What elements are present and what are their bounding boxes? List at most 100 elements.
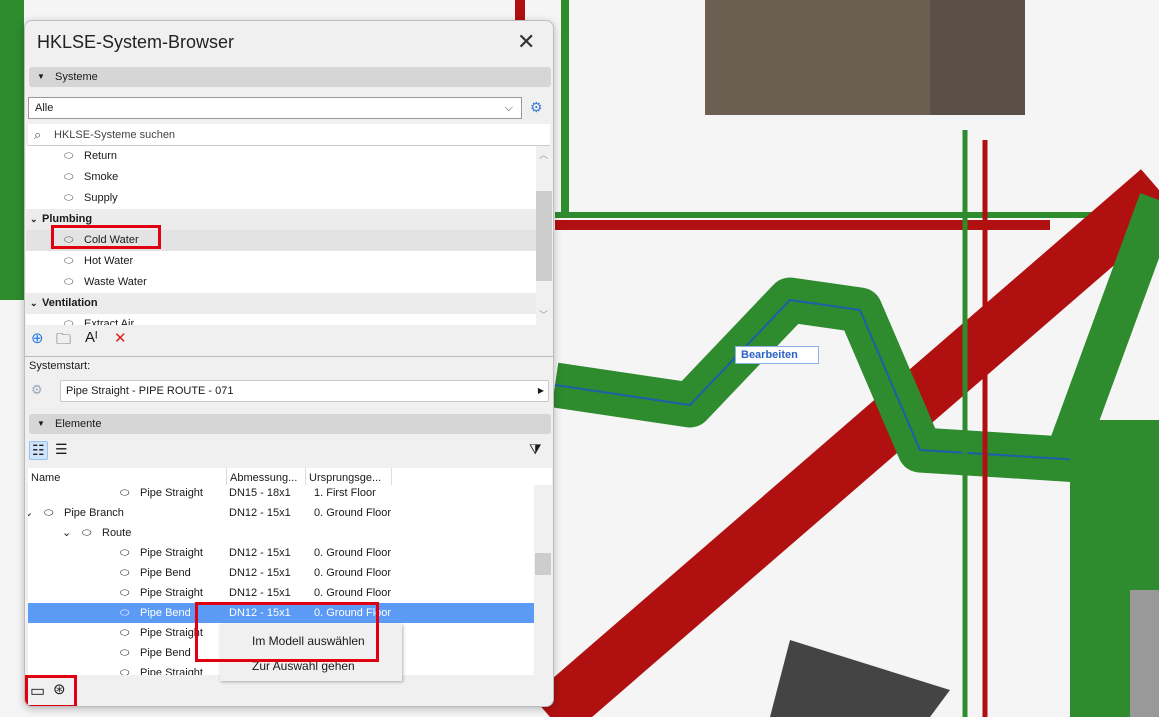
search-icon: ⌕	[34, 127, 42, 142]
pipe-element-icon: ⬭	[82, 527, 92, 539]
element-floor: 0. Ground Floor	[314, 587, 392, 599]
element-floor: 0. Ground Floor	[314, 547, 392, 559]
systemstart-label: Systemstart:	[29, 360, 91, 372]
element-floor: 0. Ground Floor	[314, 567, 392, 579]
find-in-model-icon[interactable]: ⊛	[53, 680, 66, 698]
filter-value: Alle	[35, 102, 54, 114]
filter-icon[interactable]: ⧩	[529, 441, 542, 458]
system-start-icon: ⚙	[31, 382, 43, 397]
add-system-icon[interactable]: ⊕	[31, 329, 44, 347]
element-floor: 0. Ground Floor	[314, 607, 392, 619]
system-filter-dropdown[interactable]: Alle ⌵	[28, 97, 522, 119]
element-row[interactable]: ⬭ Pipe Bend DN12 - 15x1 0. Ground Floor	[28, 563, 534, 583]
hklse-system-browser-dialog: HKLSE-System-Browser ✕ ▼ Systeme Alle ⌵ ⚙ …	[24, 20, 554, 707]
marquee-select-icon[interactable]: ▭	[30, 681, 45, 701]
menu-item-select-in-model[interactable]: Im Modell auswählen	[252, 634, 365, 648]
system-item[interactable]: ⬭ Return	[26, 146, 536, 167]
menu-item-go-to-selection[interactable]: Zur Auswahl gehen	[252, 659, 355, 673]
element-dimension: DN15 - 18x1	[229, 487, 291, 499]
system-label: Cold Water	[84, 234, 139, 246]
pipe-element-icon: ⬭	[120, 667, 130, 675]
pipe-element-icon: ⬭	[120, 647, 130, 659]
edit-tooltip[interactable]: Bearbeiten	[735, 346, 819, 364]
rename-icon[interactable]: Aᴵ	[85, 329, 98, 346]
system-label: Ventilation	[42, 297, 98, 309]
element-floor: 0. Ground Floor	[314, 507, 392, 519]
systemstart-value: Pipe Straight - PIPE ROUTE - 071	[66, 385, 234, 397]
pipe-element-icon: ⬭	[120, 627, 130, 639]
element-row[interactable]: ⬭ Pipe Straight DN12 - 15x1 0. Ground Floor	[28, 583, 534, 603]
element-name: Pipe Bend	[140, 647, 191, 659]
systems-scrollbar[interactable]: ︿ ﹀	[536, 146, 552, 325]
system-label: Smoke	[84, 171, 119, 183]
chevron-down-icon: ⌄	[30, 298, 38, 308]
system-label: Plumbing	[42, 213, 93, 225]
element-name: Pipe Straight	[140, 487, 203, 499]
system-settings-icon[interactable]: ⚙	[530, 99, 543, 116]
element-floor: 1. First Floor	[314, 487, 376, 499]
system-group[interactable]: ⌄ Plumbing	[26, 209, 536, 230]
pipe-system-icon: ⬭	[64, 234, 74, 246]
new-folder-icon[interactable]: 🗀	[56, 329, 71, 354]
dialog-title: HKLSE-System-Browser	[37, 32, 235, 52]
element-name: Pipe Branch	[64, 507, 124, 519]
element-row[interactable]: ⬭ Pipe Straight DN15 - 18x1 1. First Floor	[28, 485, 534, 503]
close-icon[interactable]: ✕	[517, 29, 535, 55]
pipe-element-icon: ⬭	[120, 587, 130, 599]
pipe-system-icon: ⬭	[64, 150, 74, 162]
section-elemente[interactable]: ▼ Elemente	[29, 414, 551, 434]
system-label: Extract Air	[84, 318, 135, 325]
tree-view-icon[interactable]: ☷	[29, 441, 48, 460]
context-menu: Im Modell auswählen Zur Auswahl gehen	[220, 624, 402, 681]
pipe-system-icon: ⬭	[64, 276, 74, 288]
system-label: Supply	[84, 192, 118, 204]
element-dimension: DN12 - 15x1	[229, 587, 291, 599]
system-label: Return	[84, 150, 118, 162]
pipe-element-icon: ⬭	[120, 567, 130, 579]
system-label: Hot Water	[84, 255, 134, 267]
element-name: Pipe Straight	[140, 667, 203, 675]
elements-scrollbar[interactable]	[534, 485, 552, 675]
pipe-element-icon: ⬭	[120, 487, 130, 499]
chevron-down-icon: ⌄	[30, 214, 38, 224]
system-group[interactable]: ⌄ Ventilation	[26, 293, 536, 314]
chevron-down-icon[interactable]: ⌄	[28, 503, 33, 523]
collapse-triangle-icon: ▼	[37, 419, 45, 428]
system-search-input[interactable]: ⌕ HKLSE-Systeme suchen	[28, 124, 550, 146]
system-item[interactable]: ⬭ Supply	[26, 188, 536, 209]
collapse-triangle-icon: ▼	[37, 72, 45, 81]
pipe-system-icon: ⬭	[64, 192, 74, 204]
element-name: Pipe Straight	[140, 627, 203, 639]
pipe-element-icon: ⬭	[120, 607, 130, 619]
system-item[interactable]: ⬭ Smoke	[26, 167, 536, 188]
pipe-system-icon: ⬭	[64, 255, 74, 267]
element-dimension: DN12 - 15x1	[229, 567, 291, 579]
system-label: Waste Water	[84, 276, 147, 288]
system-item[interactable]: ⬭ Hot Water	[26, 251, 536, 272]
element-row[interactable]: ⌄ ⬭ Route	[28, 523, 534, 543]
section-label: Systeme	[55, 71, 98, 83]
chevron-down-icon[interactable]: ⌄	[62, 523, 71, 543]
pipe-element-icon: ⬭	[44, 507, 54, 519]
section-label: Elemente	[55, 418, 102, 430]
system-item[interactable]: ⬭ Waste Water	[26, 272, 536, 293]
element-name: Pipe Bend	[140, 607, 191, 619]
systemstart-combo[interactable]: Pipe Straight - PIPE ROUTE - 071 ▶	[60, 380, 549, 402]
element-dimension: DN12 - 15x1	[229, 507, 291, 519]
systems-tree: ⬭ Return ⬭ Smoke ⬭ Supply ⌄ Plumbing ⬭ Cold Water…	[26, 146, 536, 325]
list-view-icon[interactable]: ☰	[55, 441, 68, 458]
divider	[25, 356, 553, 357]
element-row[interactable]: ⬭ Pipe Bend DN12 - 15x1 0. Ground Floor	[28, 603, 534, 623]
section-systeme[interactable]: ▼ Systeme	[29, 67, 551, 87]
element-name: Pipe Bend	[140, 567, 191, 579]
element-row[interactable]: ⌄ ⬭ Pipe Branch DN12 - 15x1 0. Ground Floor	[28, 503, 534, 523]
system-item[interactable]: ⬭ Cold Water	[26, 230, 536, 251]
system-item[interactable]: ⬭ Extract Air	[26, 314, 536, 325]
element-row[interactable]: ⬭ Pipe Straight DN12 - 15x1 0. Ground Floor	[28, 543, 534, 563]
search-placeholder: HKLSE-Systeme suchen	[54, 129, 176, 141]
arrow-right-icon: ▶	[537, 386, 544, 395]
element-dimension: DN12 - 15x1	[229, 547, 291, 559]
delete-icon[interactable]: ✕	[114, 329, 127, 347]
pipe-system-icon: ⬭	[64, 171, 74, 183]
chevron-down-icon: ⌵	[504, 102, 513, 114]
